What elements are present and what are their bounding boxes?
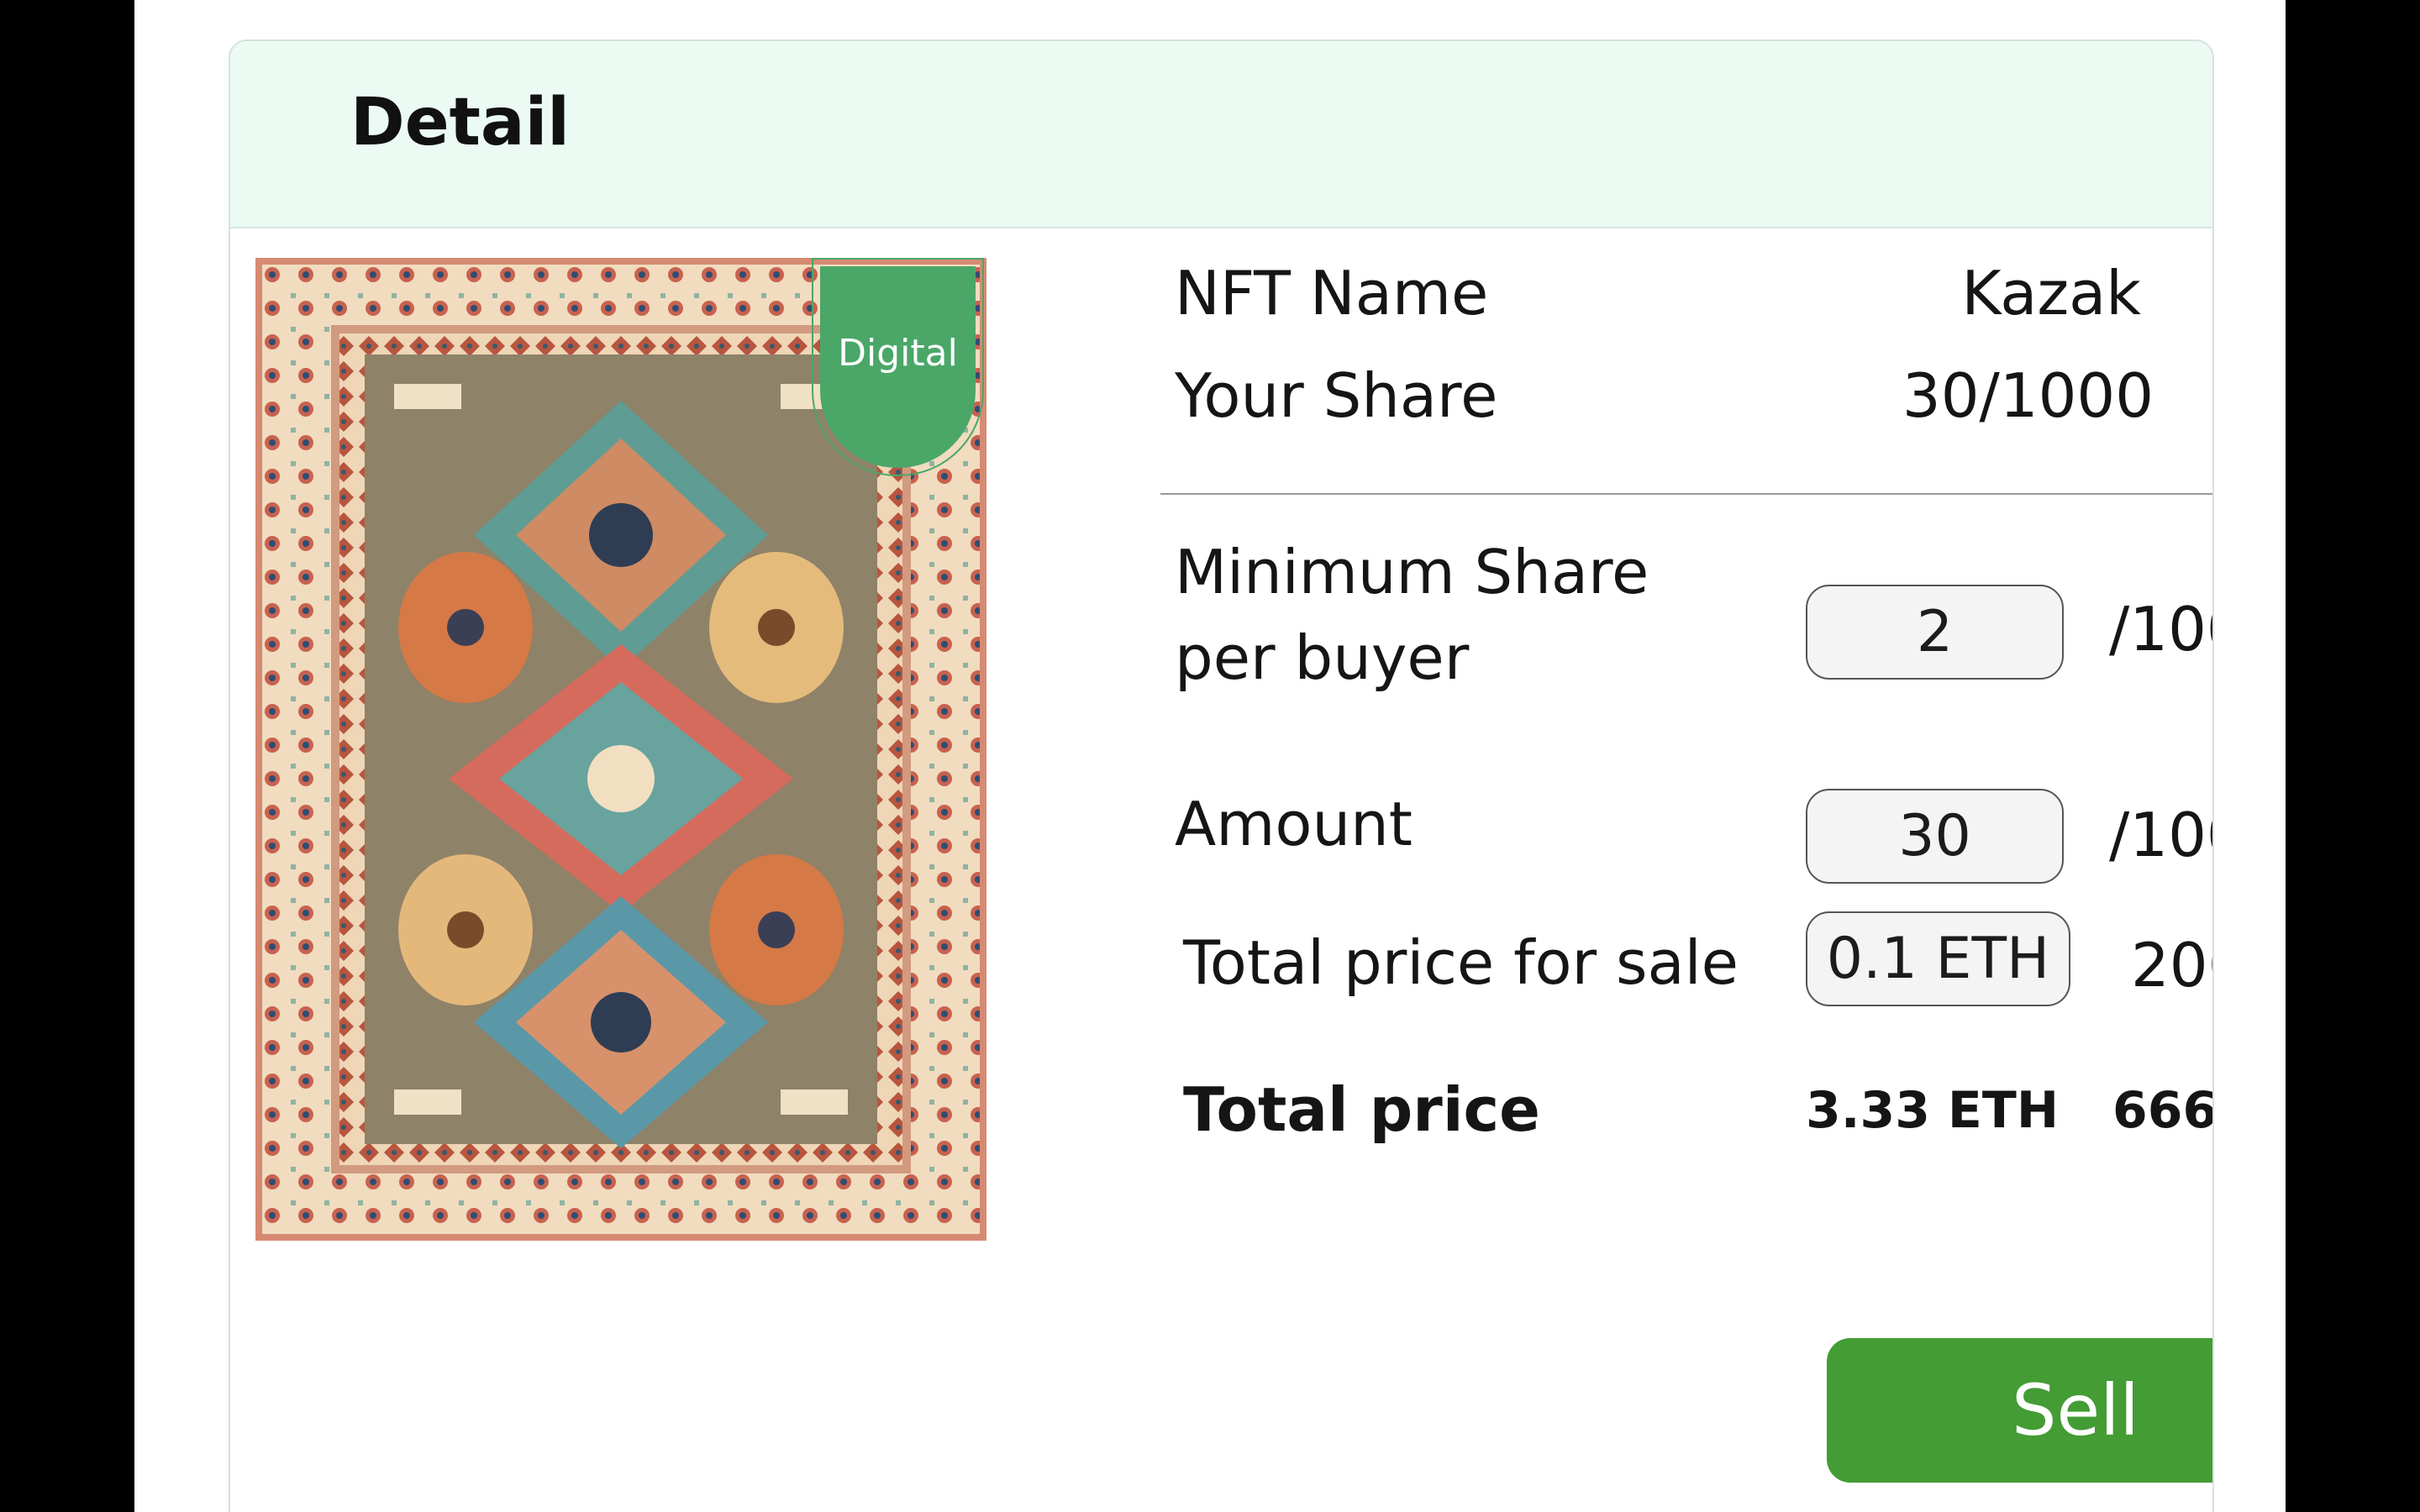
amount-input[interactable]: 30: [1806, 789, 2064, 884]
min-share-label-line1: Minimum Share: [1175, 537, 1649, 607]
min-share-input[interactable]: 2: [1806, 585, 2064, 680]
total-price-eth: 3.33 ETH: [1806, 1081, 2060, 1140]
total-sale-eth-input[interactable]: 0.1 ETH: [1806, 911, 2070, 1006]
nft-image: Digital: [255, 258, 986, 1241]
nft-name-value: Kazak: [1961, 258, 2141, 328]
divider: [1160, 493, 2212, 495]
digital-badge: Digital: [812, 258, 984, 476]
min-share-label-line2: per buyer: [1175, 622, 1470, 693]
total-price-usd: 6666$: [2112, 1081, 2212, 1140]
sell-button[interactable]: Sell: [1827, 1338, 2212, 1483]
digital-badge-label: Digital: [838, 332, 958, 375]
detail-card: Detail Digital NFT Name Kazak Your Share…: [229, 39, 2214, 1512]
amount-unit: /1000: [2109, 800, 2212, 870]
your-share-value: 30/1000: [1902, 360, 2154, 431]
total-price-label: Total price: [1183, 1074, 1541, 1145]
min-share-unit: /1000: [2109, 594, 2212, 664]
page: Detail Digital NFT Name Kazak Your Share…: [134, 0, 2286, 1512]
nft-name-label: NFT Name: [1175, 258, 1489, 328]
card-title: Detail: [350, 85, 571, 160]
total-sale-label: Total price for sale: [1183, 927, 1739, 998]
total-sale-usd: 200$: [2131, 930, 2212, 1000]
your-share-label: Your Share: [1175, 360, 1498, 431]
amount-label: Amount: [1175, 789, 1413, 859]
card-header: Detail: [230, 41, 2212, 228]
